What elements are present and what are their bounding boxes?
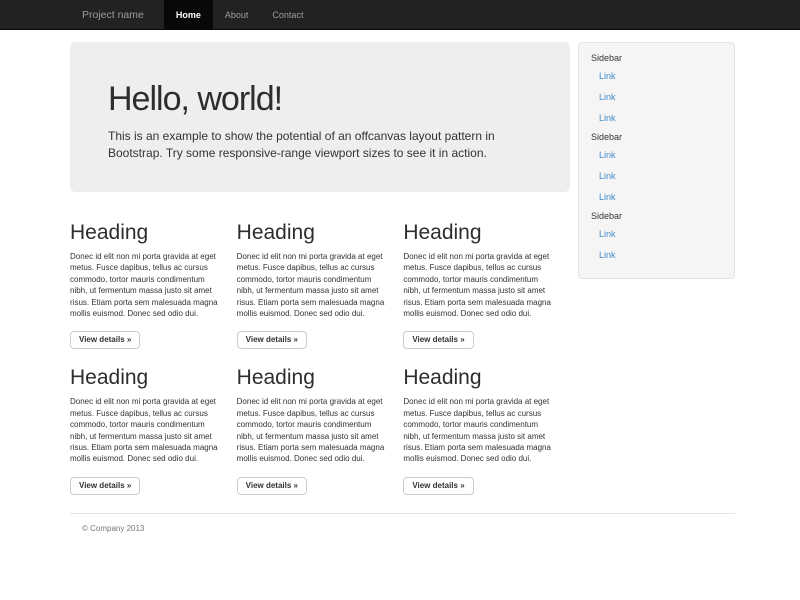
sidebar: Sidebar Link Link Link Sidebar Link Link…: [578, 42, 735, 279]
sidebar-link[interactable]: Link: [591, 245, 722, 266]
card-body-text: Donec id elit non mi porta gravida at eg…: [403, 396, 552, 464]
sidebar-link[interactable]: Link: [591, 166, 722, 187]
view-details-button[interactable]: View details »: [70, 331, 140, 349]
card-6: Heading Donec id elit non mi porta gravi…: [403, 351, 570, 496]
content-row: Hello, world! This is an example to show…: [70, 42, 735, 497]
sidebar-group-title: Sidebar: [591, 53, 722, 64]
card-heading: Heading: [403, 220, 552, 245]
sidebar-link[interactable]: Link: [591, 66, 722, 87]
card-3: Heading Donec id elit non mi porta gravi…: [403, 206, 570, 351]
nav-item-contact[interactable]: Contact: [260, 0, 315, 29]
nav-item-about[interactable]: About: [213, 0, 261, 29]
sidebar-column: Sidebar Link Link Link Sidebar Link Link…: [578, 42, 735, 497]
footer: © Company 2013: [70, 524, 735, 533]
navbar-brand[interactable]: Project name: [70, 0, 156, 29]
footer-divider: [70, 513, 735, 514]
card-heading: Heading: [237, 220, 386, 245]
card-body-text: Donec id elit non mi porta gravida at eg…: [237, 396, 386, 464]
sidebar-group-2: Sidebar Link Link Link: [591, 132, 722, 208]
column-spacer: [570, 42, 578, 497]
view-details-button[interactable]: View details »: [70, 477, 140, 495]
view-details-button[interactable]: View details »: [403, 331, 473, 349]
nav-item-home[interactable]: Home: [164, 0, 213, 29]
view-details-button[interactable]: View details »: [237, 331, 307, 349]
card-4: Heading Donec id elit non mi porta gravi…: [70, 351, 237, 496]
sidebar-link[interactable]: Link: [591, 87, 722, 108]
sidebar-group-title: Sidebar: [591, 211, 722, 222]
card-1: Heading Donec id elit non mi porta gravi…: [70, 206, 237, 351]
view-details-button[interactable]: View details »: [237, 477, 307, 495]
sidebar-link[interactable]: Link: [591, 224, 722, 245]
card-body-text: Donec id elit non mi porta gravida at eg…: [403, 251, 552, 319]
navbar-nav: Home About Contact: [164, 0, 316, 29]
sidebar-link[interactable]: Link: [591, 187, 722, 208]
card-body-text: Donec id elit non mi porta gravida at eg…: [237, 251, 386, 319]
jumbotron: Hello, world! This is an example to show…: [70, 42, 570, 192]
view-details-button[interactable]: View details »: [403, 477, 473, 495]
card-heading: Heading: [70, 365, 219, 390]
sidebar-link[interactable]: Link: [591, 108, 722, 129]
card-2: Heading Donec id elit non mi porta gravi…: [237, 206, 404, 351]
sidebar-group-3: Sidebar Link Link: [591, 211, 722, 266]
sidebar-link[interactable]: Link: [591, 145, 722, 166]
jumbotron-title: Hello, world!: [108, 80, 532, 118]
card-5: Heading Donec id elit non mi porta gravi…: [237, 351, 404, 496]
card-heading: Heading: [70, 220, 219, 245]
sidebar-group-title: Sidebar: [591, 132, 722, 143]
cards-grid: Heading Donec id elit non mi porta gravi…: [70, 206, 570, 497]
main-content: Hello, world! This is an example to show…: [70, 42, 570, 497]
sidebar-group-1: Sidebar Link Link Link: [591, 53, 722, 129]
card-body-text: Donec id elit non mi porta gravida at eg…: [70, 251, 219, 319]
card-heading: Heading: [403, 365, 552, 390]
card-heading: Heading: [237, 365, 386, 390]
navbar: Project name Home About Contact: [0, 0, 800, 30]
page-container: Hello, world! This is an example to show…: [70, 42, 735, 533]
copyright-text: © Company 2013: [82, 524, 735, 533]
jumbotron-description: This is an example to show the potential…: [108, 128, 532, 161]
card-body-text: Donec id elit non mi porta gravida at eg…: [70, 396, 219, 464]
